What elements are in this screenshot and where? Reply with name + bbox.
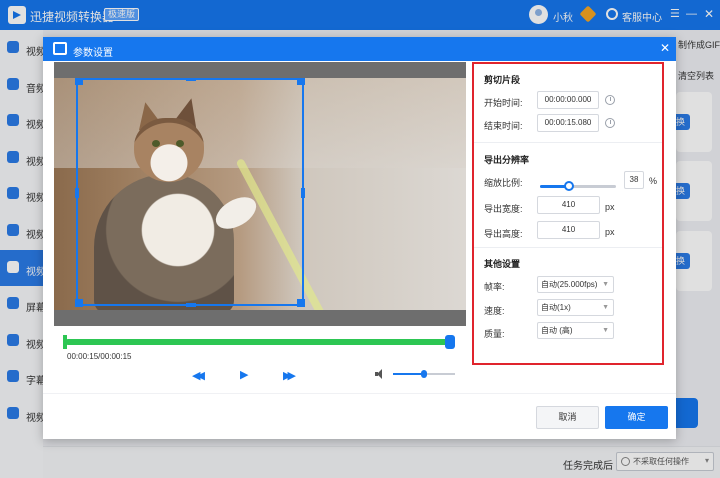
height-input[interactable]: 410 xyxy=(537,221,600,239)
chevron-down-icon: ▼ xyxy=(602,281,609,288)
volume-icon[interactable] xyxy=(375,369,385,379)
crop-handle-top-right[interactable] xyxy=(297,78,305,85)
speed-select[interactable]: 自动(1x) ▼ xyxy=(537,299,614,316)
width-unit: px xyxy=(605,202,615,212)
quality-select[interactable]: 自动 (高) ▼ xyxy=(537,322,614,339)
volume-fill xyxy=(393,373,424,375)
divider xyxy=(474,247,662,248)
clip-timeline[interactable] xyxy=(65,339,455,345)
width-input[interactable]: 410 xyxy=(537,196,600,214)
settings-icon xyxy=(53,42,67,55)
video-preview xyxy=(54,62,466,326)
scale-slider[interactable] xyxy=(540,181,616,191)
width-label: 导出宽度: xyxy=(484,204,523,214)
fast-forward-icon[interactable]: ▶▶ xyxy=(283,369,296,382)
fps-label: 帧率: xyxy=(484,282,505,292)
footer-divider xyxy=(43,393,676,394)
video-frame xyxy=(54,78,466,310)
start-time-input[interactable]: 00:00:00.000 xyxy=(537,91,599,109)
crop-handle-right[interactable] xyxy=(301,188,305,198)
crop-handle-top[interactable] xyxy=(186,78,196,81)
clock-icon[interactable] xyxy=(605,95,615,105)
start-time-label: 开始时间: xyxy=(484,98,523,108)
crop-handle-bottom-left[interactable] xyxy=(75,299,83,307)
parameter-settings-dialog: 参数设置 ✕ 00:00:15/00:00:15 ◀◀ ▶ ▶▶ 剪切片段 开始… xyxy=(43,37,676,439)
quality-value: 自动 (高) xyxy=(541,326,573,335)
scale-knob[interactable] xyxy=(563,181,574,191)
play-icon[interactable]: ▶ xyxy=(240,368,248,381)
cancel-button[interactable]: 取消 xyxy=(536,406,599,429)
ok-button[interactable]: 确定 xyxy=(605,406,668,429)
rewind-icon[interactable]: ◀◀ xyxy=(192,369,205,382)
divider xyxy=(474,142,662,143)
height-label: 导出高度: xyxy=(484,229,523,239)
resolution-section-title: 导出分辨率 xyxy=(484,155,530,165)
clip-section-title: 剪切片段 xyxy=(484,75,521,85)
end-time-label: 结束时间: xyxy=(484,121,523,131)
crop-handle-top-left[interactable] xyxy=(75,78,83,85)
timeline-start-handle[interactable] xyxy=(63,335,67,349)
height-unit: px xyxy=(605,227,615,237)
time-display: 00:00:15/00:00:15 xyxy=(67,352,132,361)
chevron-down-icon: ▼ xyxy=(602,304,609,311)
other-section-title: 其他设置 xyxy=(484,259,521,269)
end-time-input[interactable]: 00:00:15.080 xyxy=(537,114,599,132)
crop-handle-bottom-right[interactable] xyxy=(297,299,305,307)
scale-label: 缩放比例: xyxy=(484,178,523,188)
volume-knob[interactable] xyxy=(421,370,427,378)
crop-handle-bottom[interactable] xyxy=(186,303,196,307)
quality-label: 质量: xyxy=(484,329,505,339)
chevron-down-icon: ▼ xyxy=(602,327,609,334)
fps-select[interactable]: 自动(25.000fps) ▼ xyxy=(537,276,614,293)
fps-value: 自动(25.000fps) xyxy=(541,280,598,289)
timeline-end-handle[interactable] xyxy=(445,335,455,349)
scale-input[interactable]: 38 xyxy=(624,171,644,189)
dialog-header: 参数设置 ✕ xyxy=(43,37,676,61)
speed-label: 速度: xyxy=(484,306,505,316)
speed-value: 自动(1x) xyxy=(541,303,571,312)
volume-slider[interactable] xyxy=(393,370,455,378)
crop-box[interactable] xyxy=(75,78,305,307)
dialog-close-icon[interactable]: ✕ xyxy=(660,41,670,55)
crop-handle-left[interactable] xyxy=(75,188,79,198)
settings-panel: 剪切片段 开始时间: 00:00:00.000 结束时间: 00:00:15.0… xyxy=(472,62,664,365)
percent-unit: % xyxy=(649,176,658,186)
clock-icon[interactable] xyxy=(605,118,615,128)
dialog-title: 参数设置 xyxy=(73,48,113,59)
